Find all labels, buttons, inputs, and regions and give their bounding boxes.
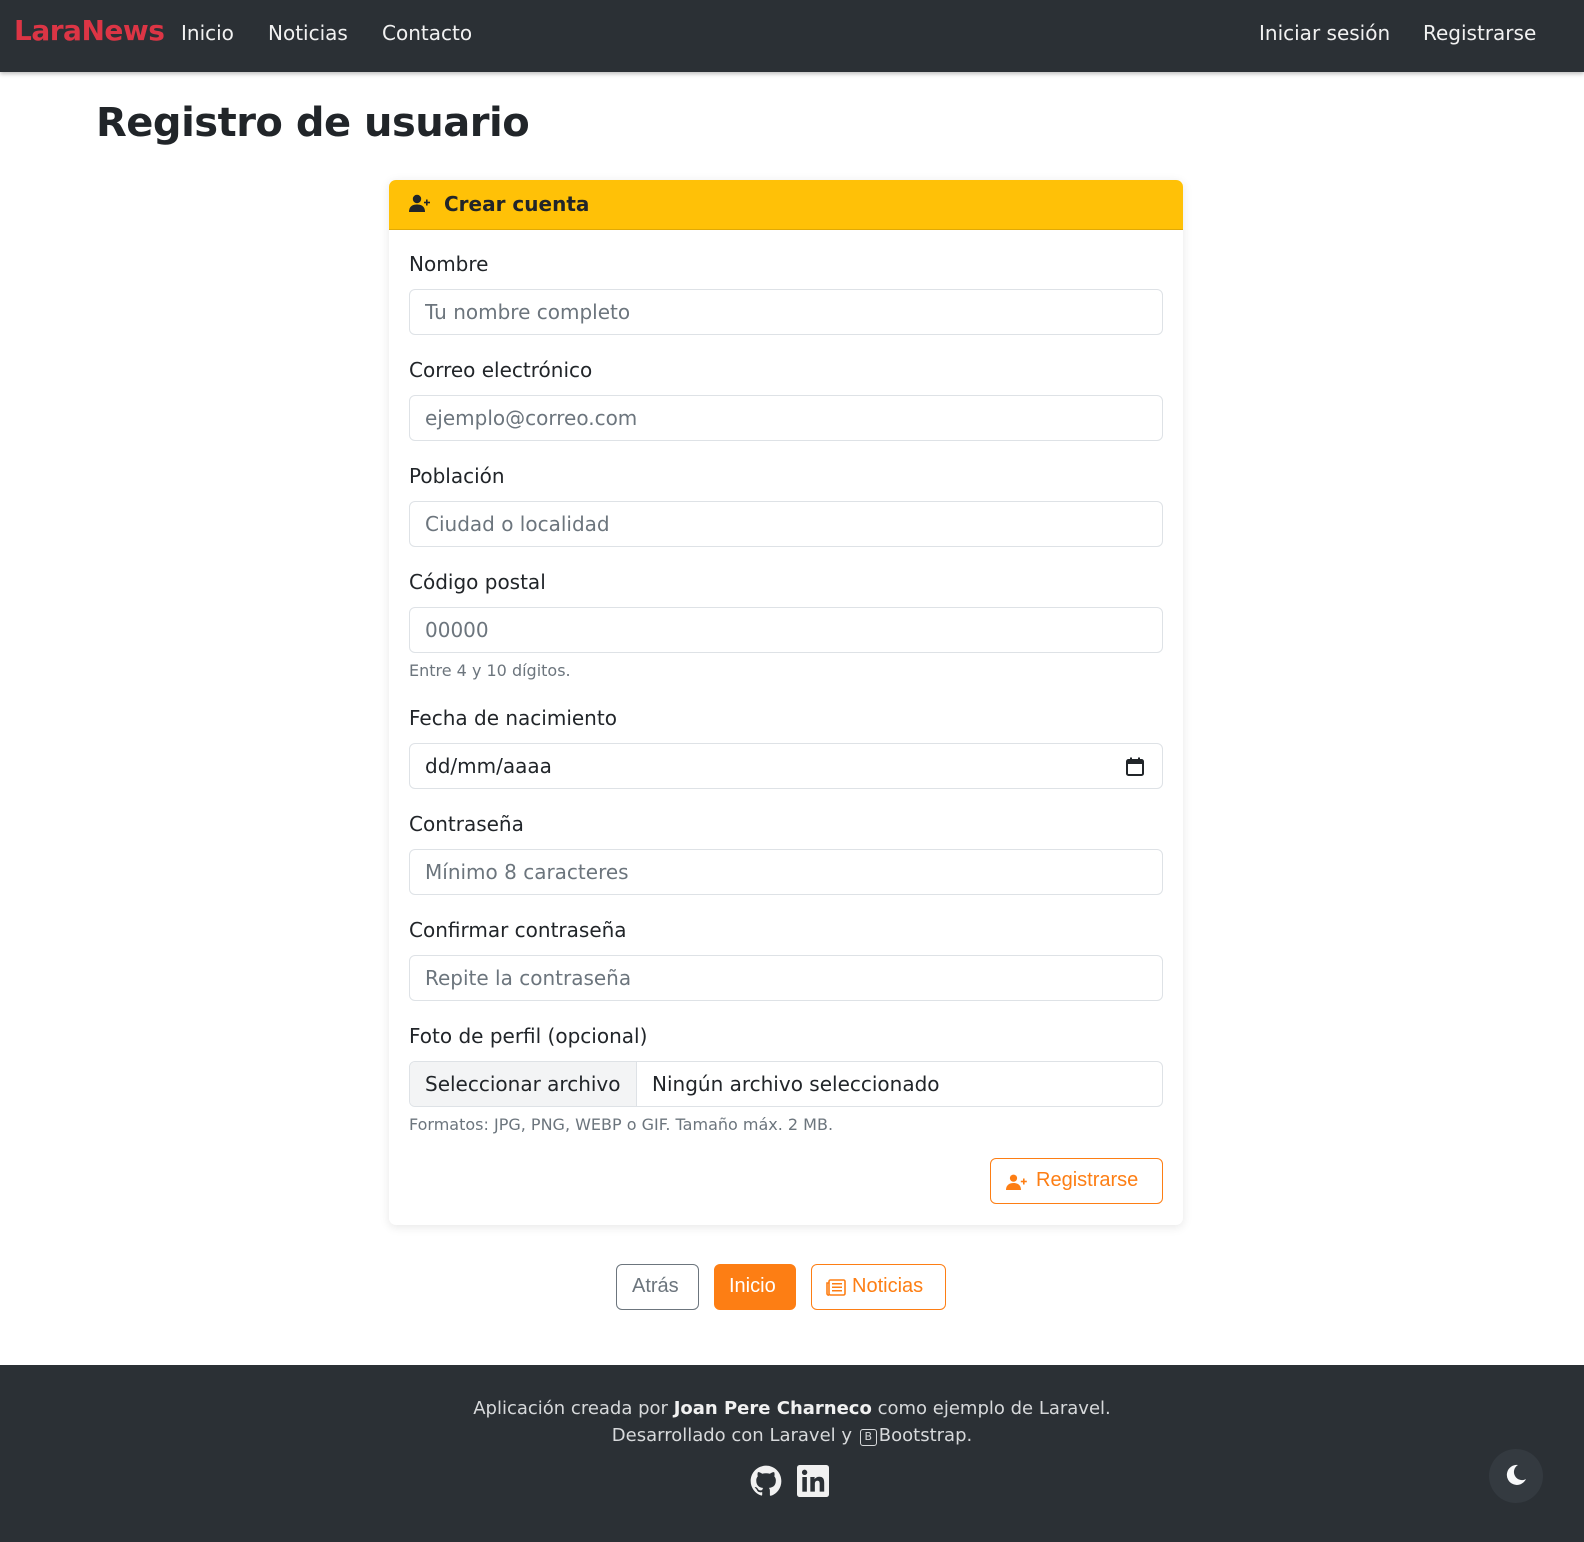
register-card: Crear cuenta Nombre Correo electrónico P… xyxy=(389,180,1183,1225)
user-plus-icon xyxy=(409,194,430,212)
photo-help: Formatos: JPG, PNG, WEBP o GIF. Tamaño m… xyxy=(409,1115,834,1134)
nav-link-register[interactable]: Registrarse xyxy=(1423,21,1536,45)
user-plus-icon xyxy=(1006,1174,1027,1190)
postal-label: Código postal xyxy=(409,570,546,594)
password-input[interactable] xyxy=(409,849,1163,895)
footer-tech: Desarrollado con Laravel y B Bootstrap. xyxy=(0,1425,1584,1446)
back-button[interactable]: Atrás xyxy=(616,1264,699,1310)
password-confirm-input[interactable] xyxy=(409,955,1163,1001)
select-file-button[interactable]: Seleccionar archivo xyxy=(410,1062,637,1106)
brand-logo[interactable]: LaraNews xyxy=(14,14,165,47)
name-input[interactable] xyxy=(409,289,1163,335)
photo-file-input[interactable]: Seleccionar archivo Ningún archivo selec… xyxy=(409,1061,1163,1107)
news-button-label: Noticias xyxy=(852,1275,924,1297)
home-button-label: Inicio xyxy=(729,1275,776,1297)
birth-label: Fecha de nacimiento xyxy=(409,706,617,730)
home-button[interactable]: Inicio xyxy=(714,1264,796,1310)
file-status: Ningún archivo seleccionado xyxy=(652,1072,940,1096)
footer-credits-suffix: como ejemplo de Laravel. xyxy=(877,1398,1111,1419)
name-label: Nombre xyxy=(409,252,489,276)
moon-icon xyxy=(1506,1464,1526,1485)
register-submit-button[interactable]: Registrarse xyxy=(990,1158,1163,1204)
footer-credits-prefix: Aplicación creada por xyxy=(473,1398,668,1419)
register-submit-label: Registrarse xyxy=(1036,1169,1139,1191)
newspaper-icon xyxy=(826,1279,846,1296)
postal-input[interactable] xyxy=(409,607,1163,653)
footer-credits: Aplicación creada por Joan Pere Charneco… xyxy=(0,1398,1584,1419)
footer-author: Joan Pere Charneco xyxy=(673,1398,872,1419)
birth-date-value: dd/mm/aaaa xyxy=(425,754,552,778)
card-title: Crear cuenta xyxy=(444,192,590,216)
nav-link-login[interactable]: Iniciar sesión xyxy=(1259,21,1390,45)
bootstrap-icon: B xyxy=(859,1429,877,1446)
calendar-icon[interactable] xyxy=(1126,757,1144,776)
footer-tech-suffix: Bootstrap. xyxy=(878,1425,973,1446)
password-confirm-label: Confirmar contraseña xyxy=(409,918,627,942)
card-header: Crear cuenta xyxy=(389,180,1183,230)
photo-label: Foto de perfil (opcional) xyxy=(409,1024,648,1048)
password-label: Contraseña xyxy=(409,812,524,836)
footer-tech-prefix: Desarrollado con Laravel y xyxy=(611,1425,853,1446)
navbar: LaraNews Inicio Noticias Contacto Inicia… xyxy=(0,0,1584,72)
city-label: Población xyxy=(409,464,505,488)
nav-link-inicio[interactable]: Inicio xyxy=(181,21,234,45)
back-button-label: Atrás xyxy=(632,1275,679,1297)
postal-help: Entre 4 y 10 dígitos. xyxy=(409,661,571,680)
github-icon[interactable] xyxy=(750,1465,782,1497)
city-input[interactable] xyxy=(409,501,1163,547)
birth-date-input[interactable]: dd/mm/aaaa xyxy=(409,743,1163,789)
email-label: Correo electrónico xyxy=(409,358,593,382)
news-button[interactable]: Noticias xyxy=(811,1264,946,1310)
nav-link-noticias[interactable]: Noticias xyxy=(268,21,348,45)
theme-toggle-button[interactable] xyxy=(1489,1449,1543,1503)
nav-link-contacto[interactable]: Contacto xyxy=(382,21,472,45)
email-input[interactable] xyxy=(409,395,1163,441)
footer: Aplicación creada por Joan Pere Charneco… xyxy=(0,1365,1584,1542)
linkedin-icon[interactable] xyxy=(797,1465,829,1497)
page-title: Registro de usuario xyxy=(96,100,530,146)
